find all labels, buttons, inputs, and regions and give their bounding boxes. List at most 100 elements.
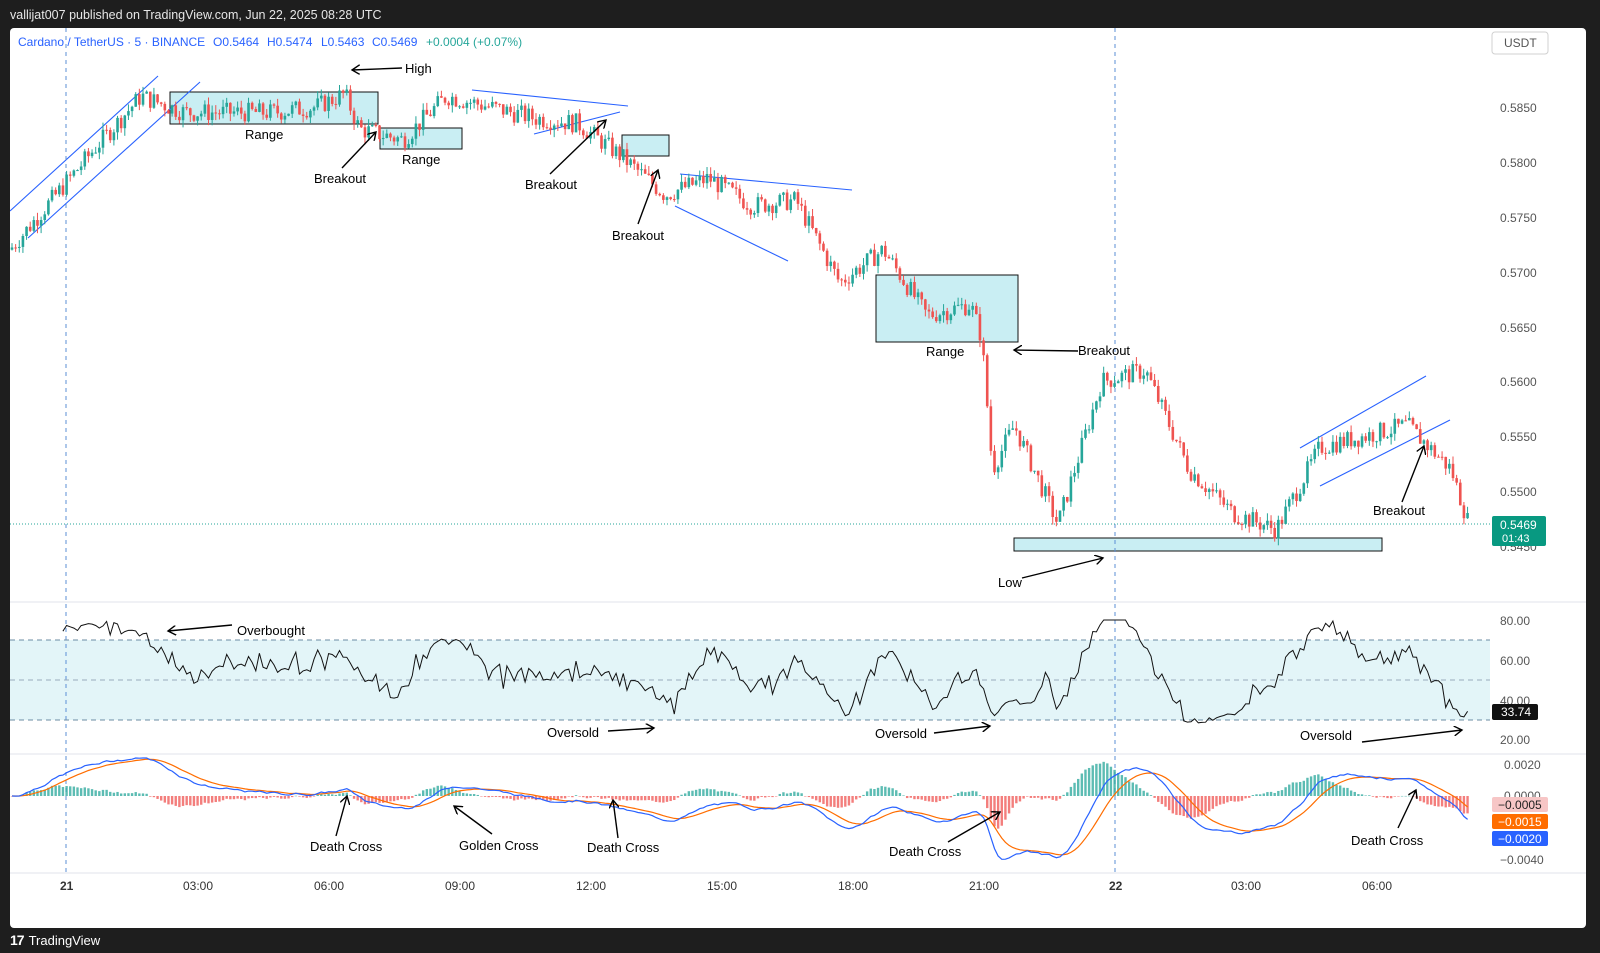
candle-body: [934, 317, 938, 322]
macd-hist-bar: [753, 796, 756, 801]
candle: [116, 115, 119, 140]
candle-body: [1378, 422, 1382, 442]
macd-hist-bar: [323, 794, 327, 796]
macd-hist-bar: [1353, 791, 1356, 796]
candle-body: [1349, 432, 1353, 447]
time-label-4: 12:00: [576, 879, 606, 893]
tradingview-logo[interactable]: 17 TradingView: [10, 932, 100, 948]
macd-hist-bar: [571, 796, 574, 798]
candle-body: [1127, 369, 1131, 383]
candle-body: [720, 176, 723, 193]
macd-hist-bar: [749, 796, 752, 801]
macd-hist-bar: [1437, 796, 1440, 807]
candle-body: [978, 314, 982, 341]
candle-body: [811, 216, 814, 229]
candle-body: [1455, 478, 1458, 483]
candle: [1033, 470, 1036, 474]
candle-body: [1335, 441, 1338, 453]
macd-hist-bar: [403, 796, 407, 800]
candle-body: [993, 450, 996, 473]
candle-body: [1175, 439, 1178, 442]
macd-hist-bar: [1379, 796, 1382, 797]
candle-body: [814, 228, 818, 234]
candle-body: [1178, 441, 1182, 443]
candle-body: [363, 127, 367, 138]
low-zone: [1013, 537, 1383, 552]
candle: [563, 123, 567, 135]
candle-body: [869, 249, 873, 254]
candle-body: [298, 101, 301, 115]
candle-body: [629, 159, 632, 166]
candle: [538, 114, 541, 130]
candle-body: [836, 268, 840, 280]
trendlines: [10, 75, 1451, 487]
candle-body: [1109, 380, 1113, 387]
candle: [1222, 490, 1226, 508]
candle: [1451, 456, 1455, 481]
candle-body: [691, 177, 694, 185]
candle-body: [323, 95, 327, 111]
candle-body: [10, 247, 14, 250]
candle-body: [647, 173, 651, 175]
time-label-2: 06:00: [314, 879, 344, 893]
candle-body: [1146, 372, 1149, 376]
candle: [90, 149, 94, 159]
macd-hist-bar: [1149, 795, 1153, 796]
candle: [803, 200, 807, 228]
macd-hist-bar: [680, 794, 683, 796]
candle: [840, 278, 843, 287]
macd-hist-bar: [1117, 772, 1120, 796]
macd-hist-bar: [65, 786, 68, 796]
channel-lower-1: [27, 81, 201, 239]
macd-tick-0: 0.0020: [1504, 758, 1541, 772]
macd-hist-bar: [1444, 796, 1447, 808]
candle-body: [330, 96, 334, 104]
macd-hist-bar: [1404, 795, 1407, 797]
candle-body: [1076, 462, 1080, 473]
macd-hist-bar: [1360, 794, 1364, 796]
candle: [1175, 439, 1178, 443]
candle-body: [920, 292, 924, 300]
candle-body: [207, 104, 210, 120]
macd-hist-bar: [472, 794, 476, 796]
candle-body: [552, 125, 556, 130]
arrow-breakout-3: [637, 170, 658, 225]
candle: [793, 190, 796, 201]
arrow-low: [1021, 558, 1103, 579]
candle-body: [989, 406, 993, 451]
candle: [1346, 430, 1349, 449]
candle: [28, 221, 32, 233]
macd-hist-bar: [593, 796, 596, 797]
candle-body: [1106, 372, 1109, 381]
candle-body: [1287, 499, 1291, 507]
candle-body: [123, 115, 127, 129]
macd-hist-bar: [1346, 787, 1349, 796]
candle: [58, 182, 61, 197]
macd-hist-bar: [69, 786, 72, 796]
candle: [512, 106, 516, 126]
macd-hist-bar: [705, 788, 709, 796]
candle: [836, 262, 840, 283]
macd-hist-bar: [844, 796, 847, 807]
candle-body: [17, 246, 21, 249]
macd-hist-bar: [98, 791, 101, 796]
macd-hist-bar: [1324, 778, 1327, 796]
candle-body: [1226, 503, 1229, 505]
candle-body: [487, 106, 490, 108]
legend-symbol[interactable]: Cardano / TetherUS · 5 · BINANCE: [18, 35, 205, 49]
footer-bar: 17 TradingView: [0, 928, 1600, 953]
macd-hist-bar: [54, 785, 57, 796]
macd-hist-bar: [1284, 787, 1287, 796]
chart-svg[interactable]: High Range Range Breakout Breakout Break…: [10, 28, 1586, 928]
candle-body: [1244, 514, 1247, 525]
candle: [1371, 429, 1375, 448]
price-axis[interactable]: USDT 0.5850 0.5800 0.5750 0.5700 0.5650 …: [1491, 31, 1549, 867]
candle-body: [1262, 525, 1266, 530]
chart-panel[interactable]: High Range Range Breakout Breakout Break…: [10, 28, 1586, 928]
macd-hist-bar: [1288, 784, 1291, 796]
candle-body: [465, 102, 469, 108]
time-axis[interactable]: 21 03:00 06:00 09:00 12:00 15:00 18:00 2…: [60, 879, 1392, 893]
macd-hist-bar: [498, 796, 501, 798]
macd-hist-bar: [636, 796, 640, 801]
macd-hist-bar: [1167, 796, 1171, 811]
